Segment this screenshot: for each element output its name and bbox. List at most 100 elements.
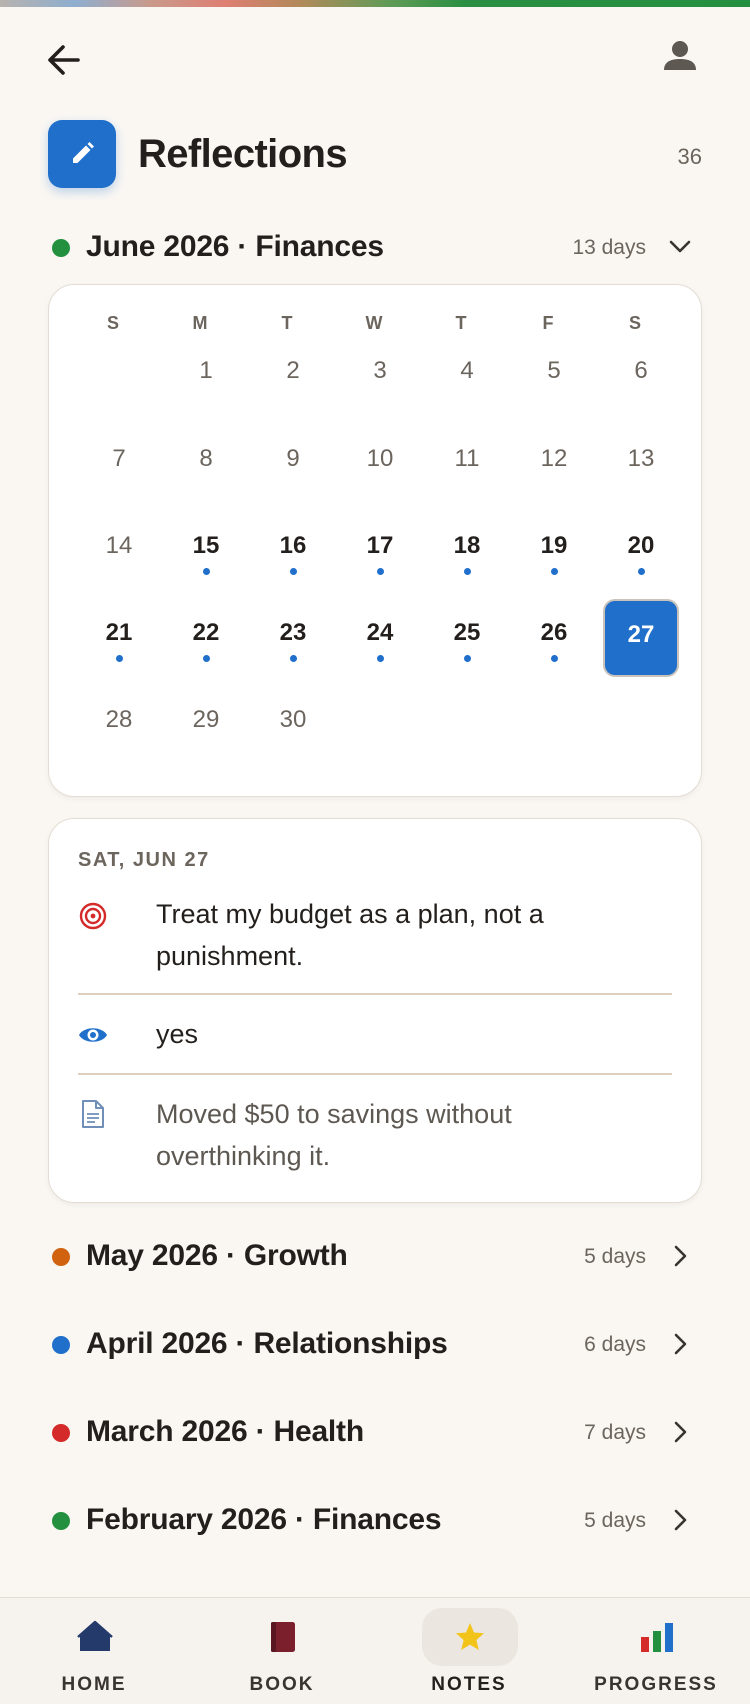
weekday-label: M — [192, 313, 209, 333]
entry-indicator-dot — [203, 655, 210, 662]
weekday-label: T — [455, 313, 468, 333]
calendar-day[interactable]: 13 — [603, 425, 679, 503]
calendar-day[interactable]: 15 — [168, 512, 244, 590]
day-number: 20 — [627, 532, 655, 559]
nav-notes[interactable]: NOTES — [375, 1598, 563, 1704]
calendar-day[interactable]: 17 — [342, 512, 418, 590]
calendar-day[interactable]: 4 — [429, 337, 505, 415]
day-number: 3 — [373, 357, 387, 384]
calendar-day[interactable]: 11 — [429, 425, 505, 503]
month-days-count: 5 days — [584, 1509, 646, 1532]
category-dot — [52, 1512, 70, 1530]
day-number: 18 — [453, 532, 481, 559]
book-icon — [271, 1622, 295, 1652]
page-header: Reflections 36 — [48, 120, 702, 188]
month-days-count: 13 days — [572, 236, 646, 259]
day-number: 28 — [105, 706, 133, 733]
month-days-count: 7 days — [584, 1421, 646, 1444]
month-row[interactable]: February 2026 · Finances 5 days — [48, 1496, 702, 1544]
calendar-day[interactable]: 12 — [516, 425, 592, 503]
calendar-day[interactable]: 14 — [81, 512, 157, 590]
month-row[interactable]: April 2026 · Relationships 6 days — [48, 1320, 702, 1368]
chevron-right-icon[interactable] — [666, 1242, 694, 1270]
calendar-day[interactable]: 10 — [342, 425, 418, 503]
day-number: 30 — [279, 706, 307, 733]
entry-card[interactable]: SAT, JUN 27 Treat my budget as a plan, n… — [48, 818, 702, 1203]
month-days-count: 5 days — [584, 1245, 646, 1268]
weekday-label: S — [628, 313, 642, 333]
calendar-day[interactable]: 18 — [429, 512, 505, 590]
day-number: 22 — [192, 619, 220, 646]
calendar-day[interactable]: 1 — [168, 337, 244, 415]
month-calendar: S M T W T F S 1 2 3 4 5 6 7 8 9 10 11 12 13 14 15 16 17 18 19 20 21… — [48, 284, 702, 797]
calendar-day[interactable]: 24 — [342, 599, 418, 677]
day-number: 11 — [454, 445, 480, 472]
category-dot — [52, 1248, 70, 1266]
month-row[interactable]: March 2026 · Health 7 days — [48, 1408, 702, 1456]
entry-date: SAT, JUN 27 — [78, 849, 210, 871]
divider — [78, 1073, 672, 1075]
divider — [78, 993, 672, 995]
entry-indicator-dot — [290, 655, 297, 662]
calendar-day[interactable]: 25 — [429, 599, 505, 677]
arrow-left-icon — [48, 45, 80, 75]
day-number: 29 — [192, 706, 220, 733]
entry-indicator-dot — [551, 568, 558, 575]
day-number: 12 — [540, 445, 568, 472]
calendar-day[interactable]: 16 — [255, 512, 331, 590]
chevron-down-icon[interactable] — [666, 233, 694, 261]
nav-book[interactable]: BOOK — [188, 1598, 376, 1704]
calendar-day[interactable]: 3 — [342, 337, 418, 415]
entry-indicator-dot — [290, 568, 297, 575]
day-number: 23 — [279, 619, 307, 646]
day-number: 24 — [366, 619, 394, 646]
day-number: 13 — [627, 445, 655, 472]
profile-button[interactable] — [656, 32, 704, 80]
calendar-day-selected[interactable]: 27 — [603, 599, 679, 677]
nav-book-pill — [235, 1608, 331, 1666]
calendar-day[interactable]: 30 — [255, 686, 331, 764]
day-number: 21 — [105, 619, 133, 646]
calendar-day[interactable]: 20 — [603, 512, 679, 590]
bar-chart-icon — [641, 1623, 673, 1652]
entry-indicator-dot — [203, 568, 210, 575]
calendar-day[interactable]: 8 — [168, 425, 244, 503]
calendar-day[interactable]: 5 — [516, 337, 592, 415]
calendar-day[interactable]: 7 — [81, 425, 157, 503]
calendar-day[interactable]: 2 — [255, 337, 331, 415]
calendar-day[interactable]: 19 — [516, 512, 592, 590]
nav-book-label: BOOK — [249, 1674, 315, 1695]
star-icon — [456, 1623, 484, 1650]
reflections-app-icon[interactable] — [48, 120, 116, 188]
category-dot — [52, 1336, 70, 1354]
calendar-day[interactable]: 29 — [168, 686, 244, 764]
chevron-right-icon[interactable] — [666, 1418, 694, 1446]
month-row-current[interactable]: June 2026 · Finances 13 days — [48, 223, 702, 271]
calendar-day[interactable]: 21 — [81, 599, 157, 677]
chevron-right-icon[interactable] — [666, 1330, 694, 1358]
nav-notes-pill — [422, 1608, 518, 1666]
back-button[interactable] — [40, 38, 88, 82]
target-icon — [78, 901, 108, 931]
chevron-right-icon[interactable] — [666, 1506, 694, 1534]
month-label: April 2026 · Relationships — [86, 1327, 448, 1360]
calendar-day[interactable]: 22 — [168, 599, 244, 677]
entry-indicator-dot — [116, 655, 123, 662]
day-number: 8 — [199, 445, 213, 472]
calendar-day[interactable]: 23 — [255, 599, 331, 677]
house-icon — [77, 1620, 113, 1651]
month-row[interactable]: May 2026 · Growth 5 days — [48, 1232, 702, 1280]
day-number: 25 — [453, 619, 481, 646]
calendar-day[interactable]: 9 — [255, 425, 331, 503]
entry-indicator-dot — [638, 568, 645, 575]
top-color-stripe — [0, 0, 750, 7]
nav-notes-label: NOTES — [431, 1674, 507, 1695]
calendar-day[interactable]: 28 — [81, 686, 157, 764]
page-title: Reflections — [138, 132, 348, 176]
calendar-day[interactable]: 26 — [516, 599, 592, 677]
eye-icon — [78, 1020, 108, 1050]
entry-note: Moved $50 to savings without overthinkin… — [78, 1093, 672, 1183]
nav-progress[interactable]: PROGRESS — [562, 1598, 750, 1704]
nav-home[interactable]: HOME — [0, 1598, 188, 1704]
calendar-day[interactable]: 6 — [603, 337, 679, 415]
